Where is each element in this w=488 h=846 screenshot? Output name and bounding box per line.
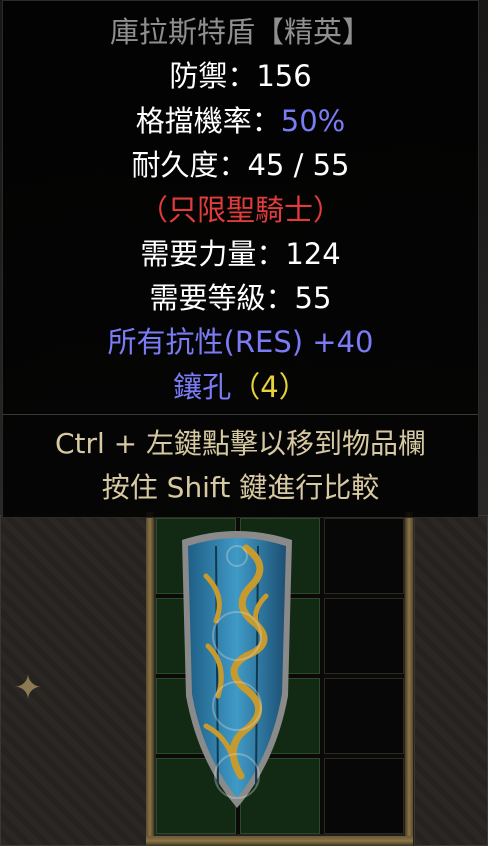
durability-stat: 耐久度：45 / 55: [131, 148, 350, 182]
item-name: 庫拉斯特盾【精英】: [109, 15, 371, 49]
stone-panel-right: [414, 515, 488, 846]
ctrl-click-hint: Ctrl + 左鍵點擊以移到物品欄: [54, 427, 427, 460]
defense-stat: 防禦：156: [169, 59, 312, 93]
kurast-shield-icon[interactable]: [176, 526, 298, 810]
compass-ornament-icon: ✦: [13, 668, 43, 708]
class-restriction: （只限聖騎士）: [138, 193, 342, 227]
inventory-slot[interactable]: [324, 758, 404, 834]
inventory-frame-left: [146, 512, 154, 846]
sockets-value: （4）: [231, 370, 308, 404]
all-resist-stat: 所有抗性(RES) +40: [107, 325, 374, 359]
inventory-slot[interactable]: [324, 678, 404, 754]
tooltip-divider: [3, 414, 478, 415]
inventory-slot[interactable]: [324, 598, 404, 674]
required-level: 需要等級：55: [149, 281, 332, 315]
inventory-frame-bottom: [146, 836, 413, 846]
required-strength: 需要力量：124: [140, 237, 341, 271]
shift-compare-hint: 按住 Shift 鍵進行比較: [101, 471, 380, 504]
inventory-slot[interactable]: [324, 518, 404, 594]
item-tooltip: 庫拉斯特盾【精英】 防禦：156 格擋機率：50% 耐久度：45 / 55 （只…: [2, 0, 479, 518]
sockets-label: 鑲孔: [173, 370, 232, 404]
inventory-frame-right: [405, 512, 413, 846]
block-chance-label: 格擋機率：: [135, 104, 281, 138]
block-chance-value: 50%: [280, 104, 346, 138]
sockets-stat: 鑲孔（4）: [3, 369, 478, 405]
block-chance-stat: 格擋機率：50%: [3, 103, 478, 139]
